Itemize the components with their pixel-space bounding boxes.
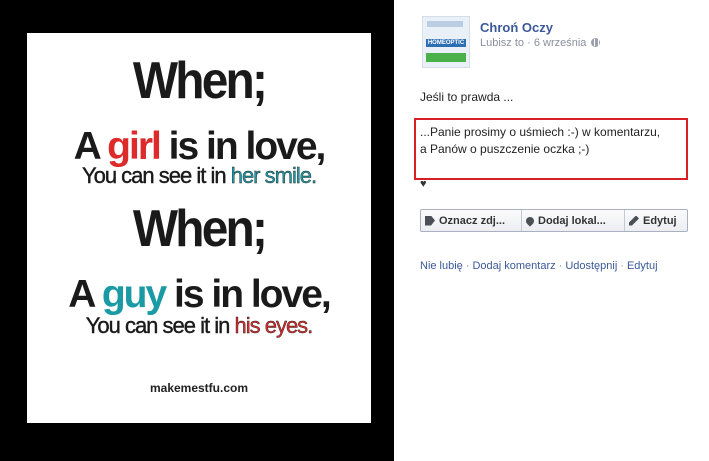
quote-when-2: When; (132, 200, 268, 258)
action-separator: · (465, 260, 470, 272)
photo-viewer: When; A girl is in love, You can see it … (0, 0, 394, 461)
quote-his-eyes: his eyes. (234, 313, 313, 338)
meta-separator: · (527, 37, 531, 49)
avatar-label: HOMEOPTIC (426, 39, 466, 47)
add-comment-link[interactable]: Dodaj komentarz (472, 260, 555, 272)
tag-icon (425, 215, 435, 226)
tag-photo-button[interactable]: Oznacz zdj... (421, 210, 522, 231)
pencil-icon (629, 215, 639, 226)
image-credit: makemestfu.com (149, 381, 249, 395)
post-body-line1: ...Panie prosimy o uśmiech :-) w komenta… (420, 125, 661, 139)
globe-icon (591, 38, 601, 47)
quote-rest: is in love, (165, 273, 332, 316)
action-separator: · (558, 260, 563, 272)
post-actions: Nie lubię · Dodaj komentarz · Udostępnij · Edy… (420, 260, 658, 272)
quote-when-1: When; (132, 52, 268, 110)
post-body: ...Panie prosimy o uśmiech :-) w komenta… (420, 124, 686, 158)
avatar-box-bottom (426, 53, 466, 62)
page-avatar[interactable]: HOMEOPTIC (422, 16, 470, 68)
liked-status[interactable]: Lubisz to (480, 37, 524, 49)
share-link[interactable]: Udostępnij (565, 260, 617, 272)
edit-label: Edytuj (643, 214, 677, 227)
quote-guy-line: A guy is in love, (27, 273, 371, 317)
quote-see-pre: You can see it in (85, 313, 235, 338)
quote-guy-see: You can see it in his eyes. (27, 313, 371, 339)
quote-image[interactable]: When; A girl is in love, You can see it … (27, 33, 371, 423)
avatar-box-top (427, 21, 463, 27)
add-location-button[interactable]: Dodaj lokal... (522, 210, 625, 231)
tag-photo-label: Oznacz zdj... (439, 214, 506, 227)
edit-button[interactable]: Edytuj (625, 210, 687, 231)
post-body-line2: a Panów o puszczenie oczka ;-) (420, 142, 590, 156)
heart-icon: ♥ (420, 178, 427, 190)
add-location-label: Dodaj lokal... (538, 214, 606, 227)
quote-a: A (73, 125, 108, 168)
quote-girl-see: You can see it in her smile. (27, 163, 371, 189)
quote-guy-word: guy (101, 273, 167, 316)
quote-see-pre: You can see it in (81, 163, 231, 188)
quote-girl-word: girl (107, 125, 162, 168)
location-pin-icon (524, 214, 536, 227)
edit-link[interactable]: Edytuj (627, 260, 658, 272)
quote-a: A (68, 273, 102, 316)
post-text-line1: Jeśli to prawda ... (420, 90, 514, 104)
post-sidebar: HOMEOPTIC Chroń Oczy Lubisz to · 6 wrześ… (394, 0, 709, 461)
post-date[interactable]: 6 września (534, 37, 587, 49)
action-separator: · (620, 260, 624, 272)
unlike-link[interactable]: Nie lubię (420, 260, 463, 272)
quote-rest: is in love, (159, 125, 327, 168)
page-name-link[interactable]: Chroń Oczy (480, 20, 553, 35)
post-meta: Lubisz to · 6 września (480, 37, 601, 49)
photo-action-bar: Oznacz zdj... Dodaj lokal... Edytuj (420, 209, 688, 232)
quote-her-smile: her smile. (230, 163, 318, 188)
